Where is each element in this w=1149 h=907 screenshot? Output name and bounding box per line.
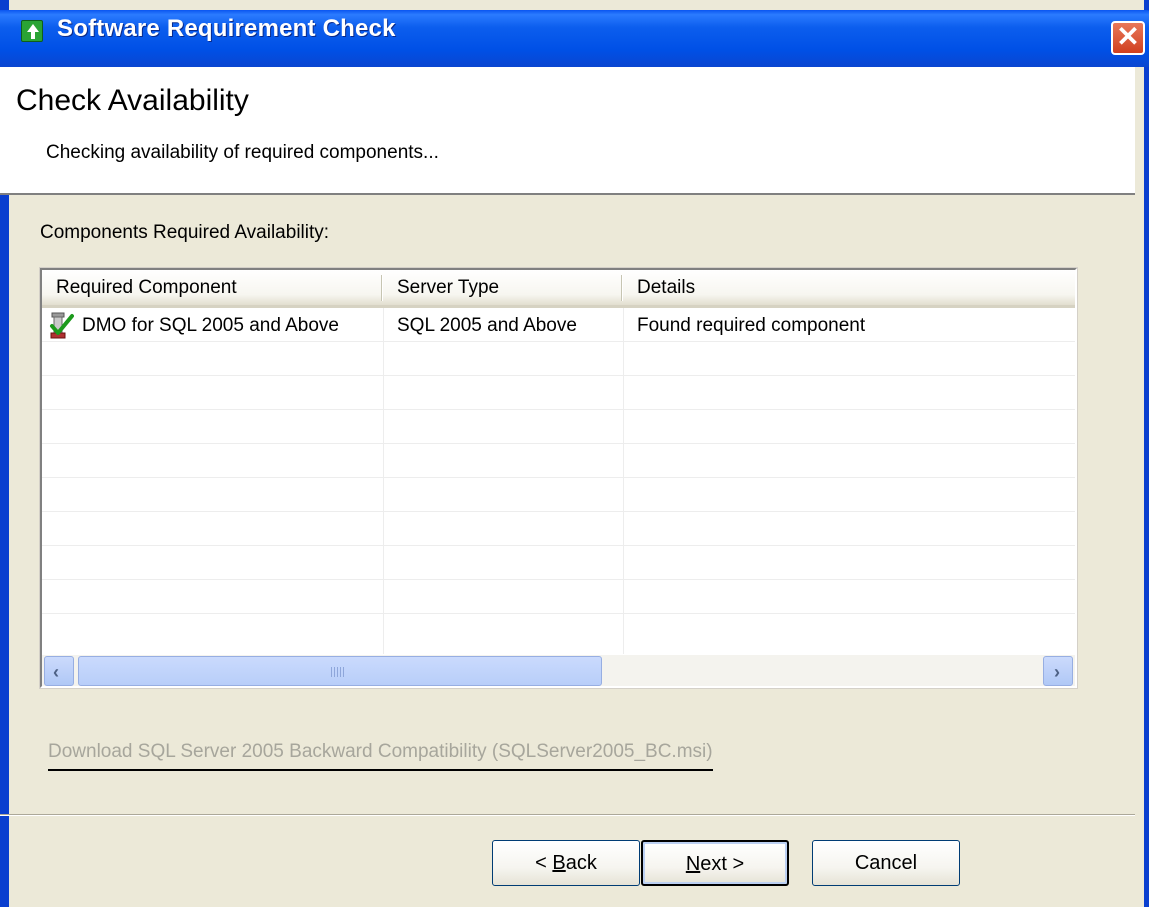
grip-icon <box>331 667 345 677</box>
back-button[interactable]: < Back <box>492 840 640 886</box>
scroll-right-button[interactable]: › <box>1043 656 1073 686</box>
cell-details: Found required component <box>637 315 866 336</box>
cell-server-type: SQL 2005 and Above <box>397 315 577 336</box>
table-row-empty <box>42 614 1075 648</box>
table-row-empty <box>42 478 1075 512</box>
table-row-empty <box>42 580 1075 614</box>
table-row-empty <box>42 512 1075 546</box>
components-label: Components Required Availability: <box>40 222 330 243</box>
table-row-empty <box>42 546 1075 580</box>
components-list[interactable]: Required Component Server Type Details D… <box>40 268 1077 688</box>
table-row[interactable]: DMO for SQL 2005 and Above SQL 2005 and … <box>42 308 1075 342</box>
table-row-empty <box>42 376 1075 410</box>
next-button[interactable]: Next > <box>641 840 789 886</box>
horizontal-scrollbar[interactable]: ‹ › <box>42 654 1075 686</box>
chevron-left-icon: ‹ <box>53 662 59 682</box>
column-header-details[interactable]: Details <box>623 270 1073 305</box>
table-row-empty <box>42 410 1075 444</box>
scroll-left-button[interactable]: ‹ <box>44 656 74 686</box>
wizard-header: Check Availability Checking availability… <box>0 67 1135 195</box>
list-header: Required Component Server Type Details <box>42 270 1075 308</box>
table-row-empty <box>42 342 1075 376</box>
close-button[interactable]: ✕ <box>1111 21 1145 55</box>
check-ok-icon <box>50 312 74 339</box>
window-title: Software Requirement Check <box>57 15 396 42</box>
column-header-server-type[interactable]: Server Type <box>383 270 621 305</box>
chevron-right-icon: › <box>1054 662 1060 682</box>
cell-component: DMO for SQL 2005 and Above <box>82 315 340 336</box>
download-backward-compat-link[interactable]: Download SQL Server 2005 Backward Compat… <box>48 741 713 771</box>
column-header-required-component[interactable]: Required Component <box>42 270 382 305</box>
footer-divider <box>0 814 1135 816</box>
page-title: Check Availability <box>16 84 249 117</box>
table-row-empty <box>42 444 1075 478</box>
app-icon <box>21 20 43 42</box>
scrollbar-thumb[interactable] <box>78 656 602 686</box>
cancel-button[interactable]: Cancel <box>812 840 960 886</box>
page-subtitle: Checking availability of required compon… <box>46 142 439 163</box>
